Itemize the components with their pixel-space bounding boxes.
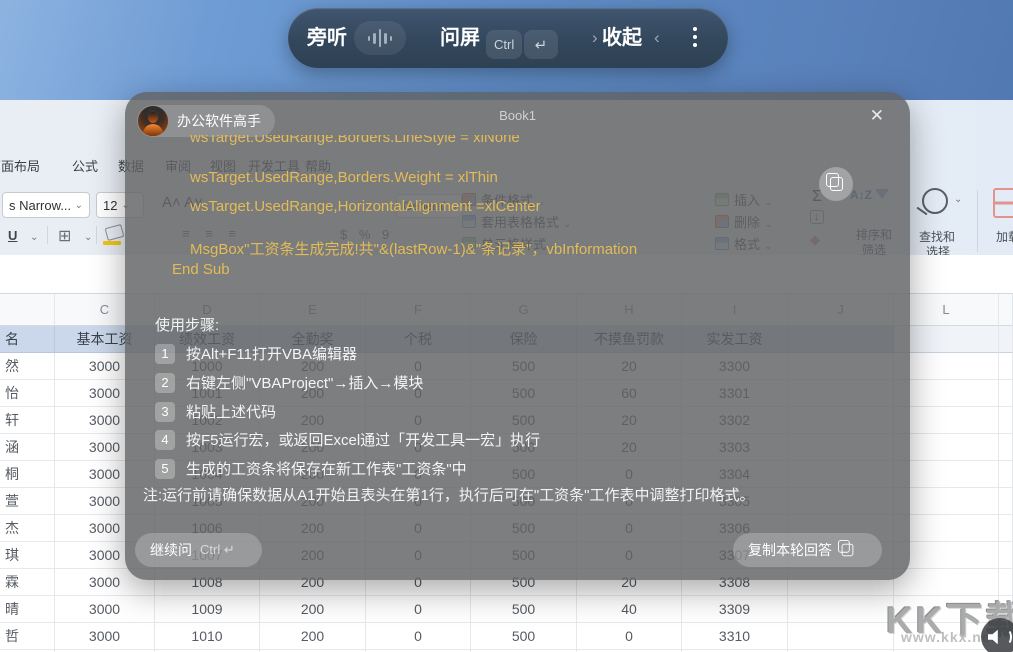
step-text: 按Alt+F11打开VBA编辑器 xyxy=(186,343,357,364)
speaker-icon[interactable] xyxy=(981,618,1013,652)
copy-answer-button[interactable]: 复制本轮回答 xyxy=(733,533,882,567)
grid-cell[interactable]: 1010 xyxy=(155,623,260,650)
code-line: wsTarget.UsedRange,Borders.Weight = xlTh… xyxy=(190,169,498,186)
copy-icon xyxy=(830,177,843,191)
code-line: MsgBox"工资条生成完成!共"&(lastRow-1)&"条记录"，vbIn… xyxy=(190,238,637,259)
grid-cell[interactable]: 哲 xyxy=(0,623,55,650)
chevron-down-icon: ⌄ xyxy=(75,200,83,211)
ctrl-keycap: Ctrl xyxy=(486,30,522,59)
step-item: 4 按F5运行宏，或返回Excel通过「开发工具一宏」执行 xyxy=(155,429,540,450)
divider xyxy=(977,190,978,252)
addins-label: 加载 xyxy=(996,228,1013,245)
chevron-down-icon: ⌄ xyxy=(30,232,38,243)
grid-cell[interactable] xyxy=(999,515,1013,542)
assistant-panel: 办公软件高手 Book1 ✕ 使用步骤: 注:运行前请确保数据从A1开始且表头在… xyxy=(125,92,910,580)
grid-cell[interactable]: 3309 xyxy=(682,596,788,623)
grid-cell[interactable]: 500 xyxy=(471,623,577,650)
column-header[interactable] xyxy=(0,294,55,326)
chevron-down-icon: ⌄ xyxy=(84,232,92,243)
assistant-toolbar: 旁听 问屏 Ctrl ↵ › 收起 ‹ xyxy=(288,8,728,68)
grid-cell[interactable] xyxy=(788,623,894,650)
grid-cell[interactable]: 3000 xyxy=(55,596,155,623)
font-name-value: s Narrow... xyxy=(9,198,71,213)
step-text: 按F5运行宏，或返回Excel通过「开发工具一宏」执行 xyxy=(186,429,540,450)
grid-cell[interactable]: 然 xyxy=(0,353,55,380)
column-header[interactable] xyxy=(999,294,1013,326)
grid-cell[interactable]: 0 xyxy=(577,623,682,650)
grid-cell[interactable]: 怡 xyxy=(0,380,55,407)
code-line: wsTarget.UsedRange.Borders.LineStyle = x… xyxy=(190,135,520,146)
note-text: 注:运行前请确保数据从A1开始且表头在第1行，执行后可在"工资条"工作表中调整打… xyxy=(143,484,898,505)
ask-screen-button[interactable]: 问屏 xyxy=(440,8,480,68)
grid-cell[interactable]: 涵 xyxy=(0,434,55,461)
grid-cell[interactable] xyxy=(788,596,894,623)
ribbon-tab[interactable]: 页面布局 xyxy=(0,152,40,182)
fill-color-bar xyxy=(103,241,121,245)
voice-waveform-icon[interactable] xyxy=(354,21,406,55)
document-title: Book1 xyxy=(125,108,910,123)
addins-icon[interactable] xyxy=(993,188,1013,218)
grid-cell[interactable]: 轩 xyxy=(0,407,55,434)
more-menu-icon[interactable] xyxy=(693,27,697,47)
steps-title: 使用步骤: xyxy=(155,314,219,335)
copy-code-button[interactable] xyxy=(819,167,853,201)
grid-cell[interactable]: 40 xyxy=(577,596,682,623)
find-select-icon[interactable] xyxy=(922,188,948,214)
grid-cell[interactable] xyxy=(999,542,1013,569)
grid-cell[interactable]: 500 xyxy=(471,596,577,623)
grid-cell[interactable] xyxy=(999,380,1013,407)
step-number: 3 xyxy=(155,402,175,422)
enter-keycap: ↵ xyxy=(524,30,558,59)
font-size-value: 12 xyxy=(103,198,117,213)
chevron-down-icon: ⌄ xyxy=(954,194,962,205)
step-number: 4 xyxy=(155,430,175,450)
step-item: 1 按Alt+F11打开VBA编辑器 xyxy=(155,343,357,364)
grid-cell[interactable]: 3000 xyxy=(55,623,155,650)
step-text: 粘贴上述代码 xyxy=(186,401,276,422)
grid-cell[interactable]: 琪 xyxy=(0,542,55,569)
listen-button[interactable]: 旁听 xyxy=(307,8,347,68)
grid-cell[interactable]: 杰 xyxy=(0,515,55,542)
screen: 页面布局公式数据审阅视图开发工具帮助 s Narrow...⌄ 12⌄ U ⌄ … xyxy=(0,0,1013,652)
grid-cell[interactable]: 萱 xyxy=(0,488,55,515)
grid-cell[interactable]: 3310 xyxy=(682,623,788,650)
grid-cell[interactable]: 200 xyxy=(260,596,366,623)
divider xyxy=(96,226,97,244)
grid-cell[interactable]: 1009 xyxy=(155,596,260,623)
step-number: 5 xyxy=(155,459,175,479)
step-item: 3 粘贴上述代码 xyxy=(155,401,276,422)
grid-cell[interactable] xyxy=(999,461,1013,488)
grid-cell[interactable]: 200 xyxy=(260,623,366,650)
grid-cell[interactable] xyxy=(999,407,1013,434)
step-text: 右键左侧"VBAProject"→插入→模块 xyxy=(186,372,423,393)
step-item: 2 右键左侧"VBAProject"→插入→模块 xyxy=(155,372,423,393)
underline-button[interactable]: U xyxy=(8,228,17,243)
table-header-cell[interactable]: 名 xyxy=(0,326,55,353)
borders-button[interactable]: ⊞ xyxy=(58,226,71,246)
grid-cell[interactable]: 0 xyxy=(366,623,471,650)
font-name-dropdown[interactable]: s Narrow... ⌄ xyxy=(2,192,90,218)
grid-cell[interactable] xyxy=(999,488,1013,515)
grid-cell[interactable] xyxy=(999,353,1013,380)
grid-cell[interactable]: 桐 xyxy=(0,461,55,488)
angle-icon: › xyxy=(592,8,598,68)
step-item: 5 生成的工资条将保存在新工作表"工资条"中 xyxy=(155,458,467,479)
code-line: End Sub xyxy=(172,261,230,278)
grid-cell[interactable] xyxy=(999,434,1013,461)
ribbon-tab[interactable]: 公式 xyxy=(72,152,98,182)
collapse-button[interactable]: 收起 xyxy=(602,8,642,68)
angle-icon: ‹ xyxy=(654,8,660,68)
grid-cell[interactable]: 晴 xyxy=(0,596,55,623)
step-number: 1 xyxy=(155,344,175,364)
grid-cell[interactable]: 霖 xyxy=(0,569,55,596)
step-number: 2 xyxy=(155,373,175,393)
close-icon[interactable]: ✕ xyxy=(870,106,884,126)
code-line: wsTarget.UsedRange,HorizontalAlignment =… xyxy=(190,198,541,215)
continue-ask-button[interactable]: 继续问 Ctrl ↵ xyxy=(135,533,262,567)
table-header-cell[interactable] xyxy=(999,326,1013,353)
grid-cell[interactable]: 0 xyxy=(366,596,471,623)
divider xyxy=(47,226,48,244)
step-text: 生成的工资条将保存在新工作表"工资条"中 xyxy=(186,458,467,479)
copy-icon xyxy=(842,544,854,557)
